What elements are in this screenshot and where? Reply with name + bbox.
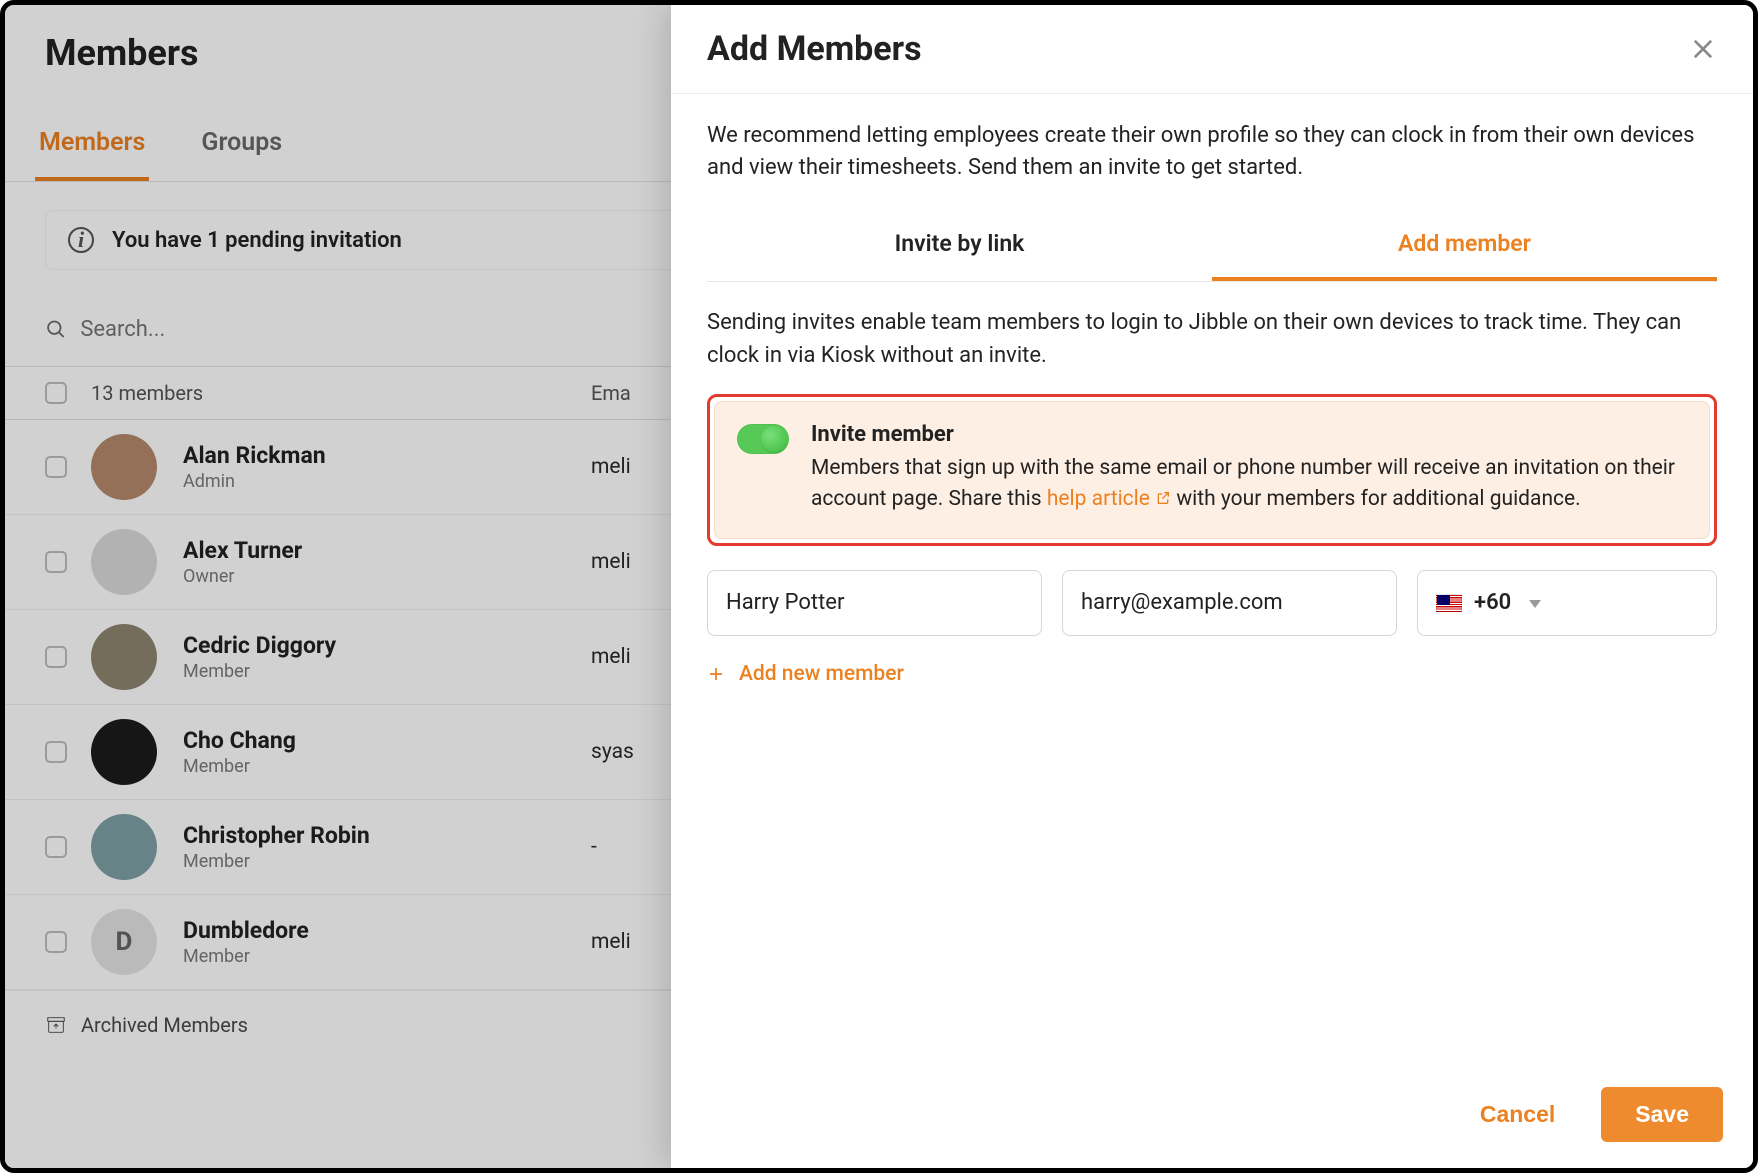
row-role: Admin — [183, 471, 326, 492]
row-role: Owner — [183, 566, 302, 587]
avatar — [91, 719, 157, 785]
row-checkbox[interactable] — [45, 741, 67, 763]
avatar — [91, 624, 157, 690]
search-input[interactable] — [45, 317, 361, 342]
invite-member-toggle[interactable] — [737, 424, 789, 454]
modal-title: Add Members — [707, 29, 922, 69]
tab-members[interactable]: Members — [35, 112, 149, 181]
pending-invitation-text: You have 1 pending invitation — [112, 228, 402, 253]
archive-icon — [45, 1014, 67, 1036]
row-role: Member — [183, 851, 370, 872]
row-name: Alan Rickman — [183, 442, 326, 469]
row-checkbox[interactable] — [45, 646, 67, 668]
invite-callout-body: Members that sign up with the same email… — [811, 453, 1687, 516]
row-name: Cho Chang — [183, 727, 296, 754]
close-icon — [1689, 35, 1717, 63]
modal-tabs: Invite by link Add member — [707, 212, 1717, 282]
add-new-member-button[interactable]: Add new member — [707, 662, 1717, 686]
avatar — [91, 434, 157, 500]
avatar — [91, 529, 157, 595]
tab-invite-by-link[interactable]: Invite by link — [707, 212, 1212, 281]
row-role: Member — [183, 756, 296, 777]
add-members-modal: Add Members We recommend letting employe… — [671, 5, 1753, 1168]
help-article-link[interactable]: help article — [1047, 487, 1171, 511]
row-name: Dumbledore — [183, 917, 309, 944]
row-checkbox[interactable] — [45, 456, 67, 478]
avatar — [91, 814, 157, 880]
row-name: Alex Turner — [183, 537, 302, 564]
save-button[interactable]: Save — [1601, 1087, 1723, 1142]
row-checkbox[interactable] — [45, 836, 67, 858]
search-icon — [45, 317, 66, 341]
add-new-member-label: Add new member — [739, 662, 904, 686]
row-checkbox[interactable] — [45, 931, 67, 953]
modal-note: Sending invites enable team members to l… — [707, 306, 1717, 372]
info-icon: i — [68, 227, 94, 253]
row-role: Member — [183, 946, 309, 967]
invite-member-callout: Invite member Members that sign up with … — [707, 394, 1717, 546]
avatar: D — [91, 909, 157, 975]
cancel-button[interactable]: Cancel — [1458, 1089, 1577, 1140]
row-checkbox[interactable] — [45, 551, 67, 573]
close-button[interactable] — [1689, 35, 1717, 63]
member-name-input[interactable] — [707, 570, 1042, 636]
tab-groups[interactable]: Groups — [197, 112, 286, 181]
row-name: Christopher Robin — [183, 822, 370, 849]
modal-description: We recommend letting employees create th… — [707, 120, 1717, 184]
external-link-icon — [1155, 485, 1171, 501]
row-role: Member — [183, 661, 336, 682]
search-field[interactable] — [80, 317, 361, 342]
flag-icon — [1436, 594, 1462, 612]
column-count: 13 members — [91, 381, 591, 405]
row-name: Cedric Diggory — [183, 632, 336, 659]
member-email-input[interactable] — [1062, 570, 1397, 636]
archived-members-label: Archived Members — [81, 1013, 248, 1037]
member-name-field[interactable] — [726, 590, 1023, 615]
plus-icon — [707, 665, 725, 683]
select-all-checkbox[interactable] — [45, 382, 67, 404]
member-email-field[interactable] — [1081, 590, 1378, 615]
invite-callout-title: Invite member — [811, 422, 1687, 447]
member-phone-country-select[interactable]: +60 — [1417, 570, 1717, 636]
tab-add-member[interactable]: Add member — [1212, 212, 1717, 281]
chevron-down-icon — [1529, 600, 1541, 608]
dial-code: +60 — [1474, 590, 1511, 615]
